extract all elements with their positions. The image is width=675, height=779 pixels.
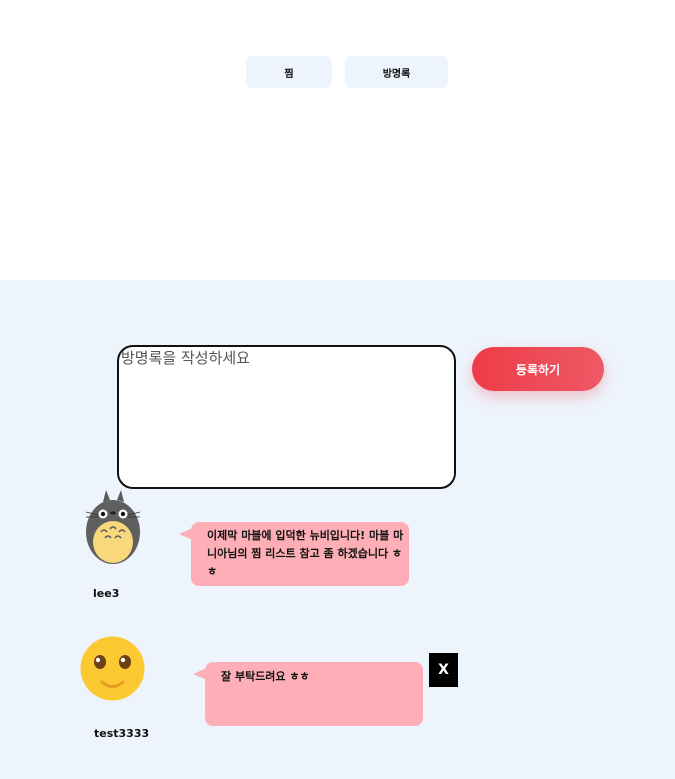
tab-zzim-label: 찜 [284, 68, 294, 80]
delete-button[interactable]: X [429, 653, 458, 687]
tab-guestbook[interactable]: 방명록 [345, 56, 448, 88]
entry-message: 잘 부탁드려요 ㅎㅎ [193, 662, 423, 726]
totoro-avatar [84, 488, 142, 566]
submit-button-label: 등록하기 [515, 362, 561, 377]
tab-zzim[interactable]: 찜 [246, 56, 332, 88]
submit-button[interactable]: 등록하기 [472, 347, 604, 391]
entry-message: 이제막 마블에 입덕한 뉴비입니다! 마블 마니아님의 찜 리스트 참고 좀 하… [179, 522, 409, 586]
smiley-avatar [80, 636, 145, 701]
guestbook-input[interactable] [117, 345, 456, 489]
tab-guestbook-label: 방명록 [382, 68, 411, 80]
entry-username: lee3 [93, 587, 120, 600]
delete-button-label: X [438, 662, 449, 678]
entry-username: test3333 [94, 727, 150, 740]
